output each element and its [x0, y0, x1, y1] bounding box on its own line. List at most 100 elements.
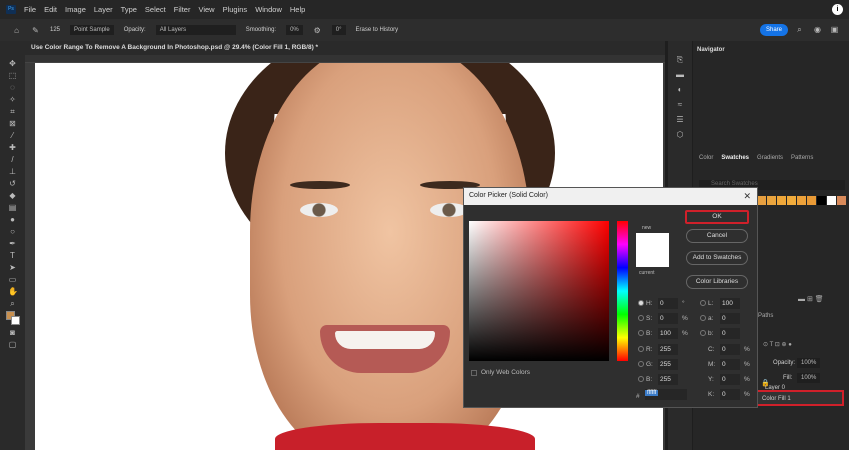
- swatch[interactable]: [777, 196, 786, 205]
- rgb-radio[interactable]: [638, 376, 644, 382]
- hsb-input[interactable]: 0: [658, 313, 678, 324]
- swatch[interactable]: [817, 196, 826, 205]
- rgb-input[interactable]: 255: [658, 374, 678, 385]
- swatch[interactable]: [827, 196, 836, 205]
- lab-input[interactable]: 0: [720, 328, 740, 339]
- healing-brush-icon[interactable]: ✚: [8, 143, 17, 152]
- erase-history-checkbox[interactable]: Erase to History: [356, 27, 399, 33]
- help-icon[interactable]: ◉: [813, 25, 822, 34]
- zoom-tool-icon[interactable]: ⌕: [8, 299, 17, 308]
- brush-tool-icon[interactable]: /: [8, 155, 17, 164]
- libraries-icon[interactable]: ⬡: [676, 130, 685, 139]
- hsb-radio[interactable]: [638, 315, 644, 321]
- swatch[interactable]: [837, 196, 846, 205]
- menu-help[interactable]: Help: [290, 5, 305, 14]
- lab-input[interactable]: 100: [720, 298, 740, 309]
- eraser-icon[interactable]: ◆: [8, 191, 17, 200]
- hsb-input[interactable]: 0: [658, 298, 678, 309]
- hand-tool-icon[interactable]: ✋: [8, 287, 18, 296]
- swatch[interactable]: [767, 196, 776, 205]
- cmyk-input[interactable]: 0: [720, 374, 740, 385]
- layer-row-selected[interactable]: Color Fill 1: [756, 390, 844, 406]
- swatch[interactable]: [807, 196, 816, 205]
- rgb-input[interactable]: 255: [658, 344, 678, 355]
- menu-view[interactable]: View: [198, 5, 214, 14]
- close-icon[interactable]: ✕: [743, 191, 751, 202]
- menu-image[interactable]: Image: [65, 5, 86, 14]
- menu-filter[interactable]: Filter: [174, 5, 191, 14]
- properties-icon[interactable]: ☰: [676, 115, 685, 124]
- lab-radio[interactable]: [700, 330, 706, 336]
- type-tool-icon[interactable]: T: [8, 251, 17, 260]
- hex-input[interactable]: ffffff: [645, 389, 687, 400]
- brush-size[interactable]: 125: [50, 27, 60, 33]
- rectangle-tool-icon[interactable]: ▭: [8, 275, 17, 284]
- menu-window[interactable]: Window: [255, 5, 282, 14]
- opacity-input[interactable]: 100%: [797, 358, 821, 368]
- hue-slider[interactable]: [617, 221, 628, 361]
- tab-gradients[interactable]: Gradients: [757, 155, 783, 161]
- menu-file[interactable]: File: [24, 5, 36, 14]
- tab-swatches[interactable]: Swatches: [721, 155, 749, 161]
- only-web-colors-checkbox[interactable]: [471, 370, 477, 376]
- history-brush-icon[interactable]: ↺: [8, 179, 17, 188]
- brush-settings-icon[interactable]: ≈: [676, 100, 685, 109]
- move-tool-icon[interactable]: ✥: [8, 59, 17, 68]
- blur-tool-icon[interactable]: ●: [8, 215, 17, 224]
- dodge-tool-icon[interactable]: ○: [8, 227, 17, 236]
- layer-filter-icons[interactable]: ⊙ T ⊡ ⊕ ●: [763, 341, 792, 348]
- hsb-radio[interactable]: [638, 300, 644, 306]
- menu-plugins[interactable]: Plugins: [223, 5, 248, 14]
- cmyk-input[interactable]: 0: [720, 389, 740, 400]
- panel-footer-icons[interactable]: ▬ ⊞ 🗑: [798, 295, 824, 303]
- cmyk-input[interactable]: 0: [720, 359, 740, 370]
- color-swatches[interactable]: [5, 311, 20, 325]
- angle-input[interactable]: 0°: [331, 25, 346, 35]
- swatch[interactable]: [797, 196, 806, 205]
- search-icon[interactable]: ⌕: [795, 25, 804, 34]
- menu-layer[interactable]: Layer: [94, 5, 113, 14]
- gear-icon[interactable]: ⚙: [313, 26, 322, 35]
- rgb-input[interactable]: 255: [658, 359, 678, 370]
- workspace-icon[interactable]: ▣: [830, 25, 839, 34]
- frame-tool-icon[interactable]: ⊠: [8, 119, 17, 128]
- cancel-button[interactable]: Cancel: [686, 229, 748, 243]
- menu-type[interactable]: Type: [121, 5, 137, 14]
- menu-edit[interactable]: Edit: [44, 5, 57, 14]
- lab-input[interactable]: 0: [720, 313, 740, 324]
- path-select-icon[interactable]: ➤: [8, 263, 17, 272]
- tab-color[interactable]: Color: [699, 155, 713, 161]
- quick-select-icon[interactable]: ✧: [8, 95, 17, 104]
- hsb-input[interactable]: 100: [658, 328, 678, 339]
- saturation-brightness-field[interactable]: [469, 221, 609, 361]
- menu-select[interactable]: Select: [145, 5, 166, 14]
- smoothing-input[interactable]: 0%: [286, 25, 303, 35]
- layers-select[interactable]: All Layers: [155, 25, 236, 35]
- document-tab[interactable]: Use Color Range To Remove A Background I…: [25, 41, 665, 55]
- screen-mode-icon[interactable]: ▢: [8, 340, 17, 349]
- tab-patterns[interactable]: Patterns: [791, 155, 813, 161]
- swatch[interactable]: [787, 196, 796, 205]
- cmyk-input[interactable]: 0: [720, 344, 740, 355]
- rgb-radio[interactable]: [638, 361, 644, 367]
- pen-tool-icon[interactable]: ✒: [8, 239, 17, 248]
- hsb-radio[interactable]: [638, 330, 644, 336]
- adjust-icon[interactable]: ◐: [676, 85, 685, 94]
- share-button[interactable]: Share: [760, 24, 788, 36]
- comments-icon[interactable]: ▬: [676, 70, 685, 79]
- lab-radio[interactable]: [700, 300, 706, 306]
- info-icon[interactable]: i: [832, 4, 843, 15]
- sample-mode-select[interactable]: Point Sample: [70, 25, 114, 35]
- crop-tool-icon[interactable]: ⌗: [8, 107, 17, 116]
- color-libraries-button[interactable]: Color Libraries: [686, 275, 748, 289]
- ok-button[interactable]: OK: [685, 210, 749, 224]
- quick-mask-icon[interactable]: ◙: [8, 328, 17, 337]
- tab-paths[interactable]: Paths: [758, 313, 773, 319]
- eraser-tool-icon[interactable]: ✎: [31, 26, 40, 35]
- rgb-radio[interactable]: [638, 346, 644, 352]
- eyedropper-icon[interactable]: ⁄: [8, 131, 17, 140]
- lab-radio[interactable]: [700, 315, 706, 321]
- home-icon[interactable]: ⌂: [12, 26, 21, 35]
- gradient-tool-icon[interactable]: ▤: [8, 203, 17, 212]
- history-icon[interactable]: ⎘: [676, 55, 685, 64]
